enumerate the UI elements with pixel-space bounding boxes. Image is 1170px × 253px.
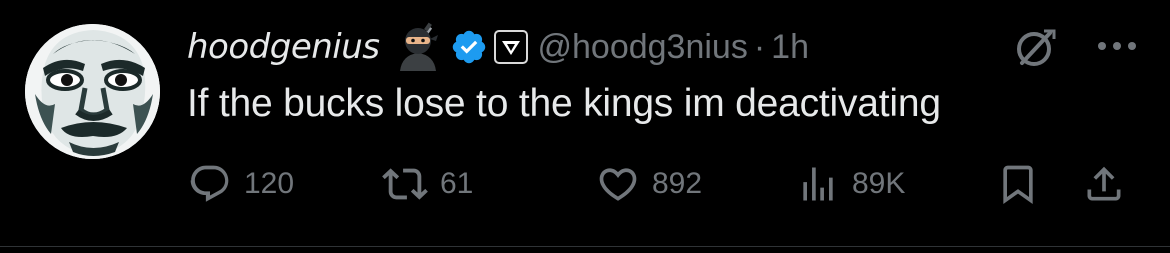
user-handle[interactable]: @hoodg3nius xyxy=(538,28,748,67)
share-icon xyxy=(1087,166,1121,201)
reply-count: 120 xyxy=(244,167,295,200)
reply-icon xyxy=(190,165,229,202)
retweet-count: 61 xyxy=(440,167,474,200)
retweet-icon xyxy=(382,168,428,200)
avatar[interactable] xyxy=(25,24,160,159)
views-count: 89K xyxy=(852,167,906,200)
like-count: 892 xyxy=(652,167,703,200)
views-button[interactable]: 89K xyxy=(796,160,905,208)
tweet-header: hoodgenius @hoodg3nius · 1h xyxy=(187,22,809,72)
ninja-icon xyxy=(392,21,444,73)
tweet[interactable]: hoodgenius @hoodg3nius · 1h If the bucks… xyxy=(0,0,1170,246)
affiliate-badge-icon[interactable] xyxy=(493,30,528,64)
tweet-divider xyxy=(0,246,1170,247)
display-name[interactable]: hoodgenius xyxy=(187,27,380,67)
more-icon[interactable] xyxy=(1094,31,1140,61)
grok-icon[interactable] xyxy=(1012,25,1058,71)
heart-icon xyxy=(599,168,637,201)
bookmark-icon xyxy=(1003,165,1033,205)
timestamp[interactable]: 1h xyxy=(771,28,809,67)
separator-dot: · xyxy=(753,27,766,66)
share-button[interactable] xyxy=(1082,160,1126,208)
views-icon xyxy=(803,167,833,201)
like-button[interactable]: 892 xyxy=(596,160,702,208)
avatar-image xyxy=(25,24,160,159)
verified-badge-icon[interactable] xyxy=(450,28,488,66)
retweet-button[interactable]: 61 xyxy=(382,160,473,208)
bookmark-button[interactable] xyxy=(996,160,1040,208)
tweet-text: If the bucks lose to the kings im deacti… xyxy=(187,82,941,125)
reply-button[interactable]: 120 xyxy=(188,160,294,208)
